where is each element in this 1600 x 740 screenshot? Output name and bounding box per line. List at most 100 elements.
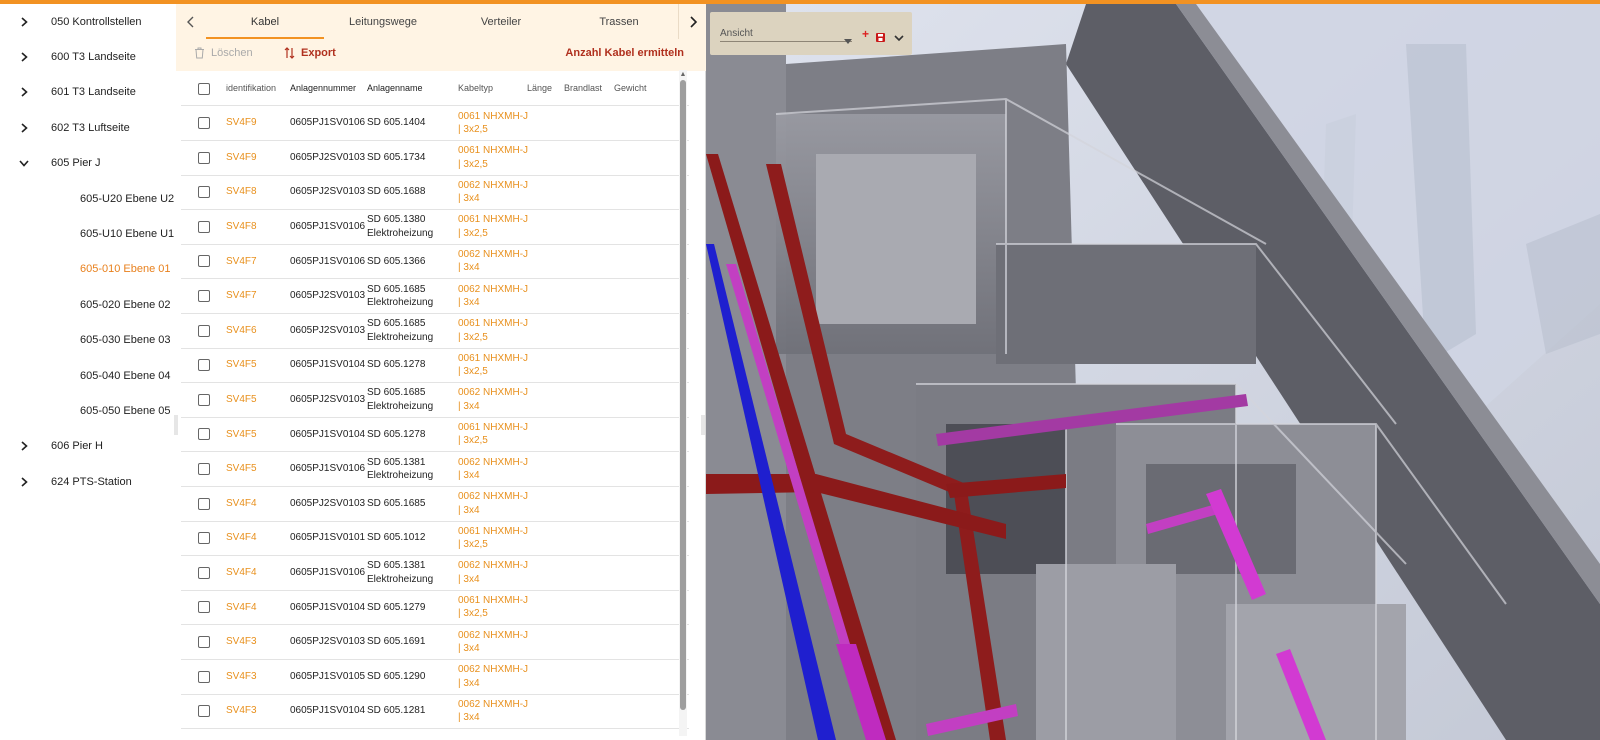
- column-header-laenge[interactable]: Länge: [527, 71, 552, 106]
- table-row[interactable]: SV4F4 0605PJ1SV0101 SD 605.1012 0061 NHXMH-…: [181, 521, 689, 557]
- tab-scroll-left-button[interactable]: [176, 4, 206, 39]
- save-icon[interactable]: [876, 29, 885, 42]
- table-row[interactable]: SV4F5 0605PJ1SV0104 SD 605.1278 0061 NHXMH-…: [181, 417, 689, 453]
- row-checkbox[interactable]: [198, 625, 212, 659]
- tree-item[interactable]: 624 PTS-Station: [0, 464, 176, 499]
- row-checkbox[interactable]: [198, 590, 212, 624]
- table-row[interactable]: SV4F6 0605PJ2SV0103 SD 605.1685 Elektrohei…: [181, 314, 689, 349]
- scroll-up-icon[interactable]: ▲: [679, 70, 687, 78]
- table-row[interactable]: SV4F4 0605PJ2SV0103 SD 605.1685 0062 NHXMH-…: [181, 487, 689, 522]
- chevron-right-icon[interactable]: [17, 85, 31, 99]
- tree-item[interactable]: 605-050 Ebene 05: [0, 393, 176, 428]
- table-row[interactable]: SV4F9 0605PJ1SV0106 SD 605.1404 0061 NHXMH-…: [181, 106, 689, 141]
- cell-kabeltyp[interactable]: 0061 NHXMH-J | 3x2,5: [458, 314, 532, 348]
- cell-identifikation[interactable]: SV4F6: [226, 314, 288, 348]
- tree-item[interactable]: 606 Pier H: [0, 429, 176, 464]
- table-row[interactable]: SV4F7 0605PJ2SV0103 SD 605.1685 Elektrohei…: [181, 279, 689, 314]
- table-row[interactable]: SV4F5 0605PJ1SV0104 SD 605.1278 0061 NHXMH-…: [181, 348, 689, 384]
- tree-item[interactable]: 601 T3 Landseite: [0, 75, 176, 110]
- select-all-checkbox[interactable]: [198, 71, 212, 106]
- column-header-anlagenname[interactable]: Anlagenname: [367, 71, 457, 106]
- cell-kabeltyp[interactable]: 0062 NHXMH-J | 3x4: [458, 625, 532, 659]
- cell-identifikation[interactable]: SV4F5: [226, 383, 288, 417]
- tab-kabel[interactable]: Kabel: [206, 4, 324, 39]
- table-row[interactable]: SV4F3 0605PJ1SV0105 SD 605.1290 0062 NHXMH-…: [181, 660, 689, 695]
- table-row[interactable]: SV4F3 0605PJ2SV0103 SD 605.1691 0062 NHXMH-…: [181, 625, 689, 660]
- chevron-right-icon[interactable]: [17, 475, 31, 489]
- table-row[interactable]: SV4F4 0605PJ1SV0104 SD 605.1279 0061 NHXMH-…: [181, 590, 689, 626]
- tab-scroll-right-button[interactable]: [678, 4, 706, 39]
- chevron-down-icon[interactable]: [17, 156, 31, 170]
- tree-item[interactable]: 605 Pier J: [0, 146, 176, 181]
- column-header-kabeltyp[interactable]: Kabeltyp: [458, 71, 532, 106]
- splitter-handle-right[interactable]: [701, 415, 705, 435]
- row-checkbox[interactable]: [198, 210, 212, 244]
- row-checkbox[interactable]: [198, 660, 212, 694]
- tree-item[interactable]: 605-U10 Ebene U1: [0, 216, 176, 251]
- table-row[interactable]: SV4F8 0605PJ1SV0106 SD 605.1380 Elektrohei…: [181, 210, 689, 245]
- table-row[interactable]: SV4F4 0605PJ1SV0106 SD 605.1381 Elektrohei…: [181, 556, 689, 591]
- cell-identifikation[interactable]: SV4F4: [226, 487, 288, 521]
- table-row[interactable]: SV4F5 0605PJ2SV0103 SD 605.1685 Elektrohei…: [181, 383, 689, 418]
- column-header-identifikation[interactable]: identifikation: [226, 71, 288, 106]
- row-checkbox[interactable]: [198, 521, 212, 555]
- row-checkbox[interactable]: [198, 141, 212, 175]
- table-row[interactable]: SV4F9 0605PJ2SV0103 SD 605.1734 0061 NHXMH-…: [181, 141, 689, 176]
- tab-trassen[interactable]: Trassen: [560, 4, 678, 39]
- table-row[interactable]: SV4F7 0605PJ1SV0106 SD 605.1366 0062 NHXMH-…: [181, 244, 689, 280]
- row-checkbox[interactable]: [198, 556, 212, 590]
- column-header-brandlast[interactable]: Brandlast: [564, 71, 602, 106]
- cell-kabeltyp[interactable]: 0061 NHXMH-J | 3x2,5: [458, 210, 532, 244]
- cell-identifikation[interactable]: SV4F4: [226, 590, 288, 624]
- scrollbar-thumb[interactable]: [680, 80, 686, 710]
- row-checkbox[interactable]: [198, 348, 212, 382]
- export-button[interactable]: Export: [284, 47, 336, 59]
- bim-3d-viewer[interactable]: Ansicht +: [706, 4, 1600, 740]
- cell-identifikation[interactable]: SV4F5: [226, 417, 288, 451]
- row-checkbox[interactable]: [198, 175, 212, 209]
- tree-item[interactable]: 605-010 Ebene 01: [0, 252, 176, 287]
- chevron-right-icon[interactable]: [17, 15, 31, 29]
- cell-identifikation[interactable]: SV4F5: [226, 452, 288, 486]
- cell-identifikation[interactable]: SV4F9: [226, 141, 288, 175]
- cell-kabeltyp[interactable]: 0061 NHXMH-J | 3x2,5: [458, 348, 532, 382]
- cell-identifikation[interactable]: SV4F8: [226, 210, 288, 244]
- cell-identifikation[interactable]: SV4F5: [226, 348, 288, 382]
- cell-identifikation[interactable]: SV4F4: [226, 556, 288, 590]
- row-checkbox[interactable]: [198, 314, 212, 348]
- cell-kabeltyp[interactable]: 0062 NHXMH-J | 3x4: [458, 244, 532, 278]
- chevron-down-icon[interactable]: [894, 29, 904, 42]
- tree-item[interactable]: 605-U20 Ebene U2: [0, 181, 176, 216]
- cell-kabeltyp[interactable]: 0061 NHXMH-J | 3x2,5: [458, 521, 532, 555]
- cell-identifikation[interactable]: SV4F4: [226, 521, 288, 555]
- bim-model-scene[interactable]: [706, 4, 1600, 740]
- tree-item[interactable]: 600 T3 Landseite: [0, 39, 176, 74]
- column-header-anlagennummer[interactable]: Anlagennummer: [290, 71, 366, 106]
- cell-kabeltyp[interactable]: 0061 NHXMH-J | 3x2,5: [458, 590, 532, 624]
- cell-kabeltyp[interactable]: 0062 NHXMH-J | 3x4: [458, 556, 532, 590]
- cell-identifikation[interactable]: SV4F9: [226, 106, 288, 140]
- row-checkbox[interactable]: [198, 244, 212, 278]
- caret-down-icon[interactable]: [844, 31, 852, 49]
- splitter-handle-left[interactable]: [174, 415, 178, 435]
- row-checkbox[interactable]: [198, 279, 212, 313]
- tree-item[interactable]: 605-020 Ebene 02: [0, 287, 176, 322]
- cell-identifikation[interactable]: SV4F3: [226, 660, 288, 694]
- tab-leitungswege[interactable]: Leitungswege: [324, 4, 442, 39]
- row-checkbox[interactable]: [198, 383, 212, 417]
- cell-identifikation[interactable]: SV4F7: [226, 244, 288, 278]
- column-header-gewicht[interactable]: Gewicht: [614, 71, 647, 106]
- chevron-right-icon[interactable]: [17, 121, 31, 135]
- plus-icon[interactable]: +: [862, 27, 869, 41]
- cell-kabeltyp[interactable]: 0062 NHXMH-J | 3x4: [458, 175, 532, 209]
- table-row[interactable]: SV4F3 0605PJ1SV0104 SD 605.1281 0062 NHXMH-…: [181, 694, 689, 730]
- cell-kabeltyp[interactable]: 0062 NHXMH-J | 3x4: [458, 660, 532, 694]
- tree-item[interactable]: 602 T3 Luftseite: [0, 110, 176, 145]
- row-checkbox[interactable]: [198, 487, 212, 521]
- cell-kabeltyp[interactable]: 0061 NHXMH-J | 3x2,5: [458, 106, 532, 140]
- count-cables-button[interactable]: Anzahl Kabel ermitteln: [565, 47, 684, 59]
- chevron-right-icon[interactable]: [17, 439, 31, 453]
- cell-kabeltyp[interactable]: 0061 NHXMH-J | 3x2,5: [458, 417, 532, 451]
- tab-verteiler[interactable]: Verteiler: [442, 4, 560, 39]
- table-scrollbar[interactable]: ▲: [679, 70, 687, 736]
